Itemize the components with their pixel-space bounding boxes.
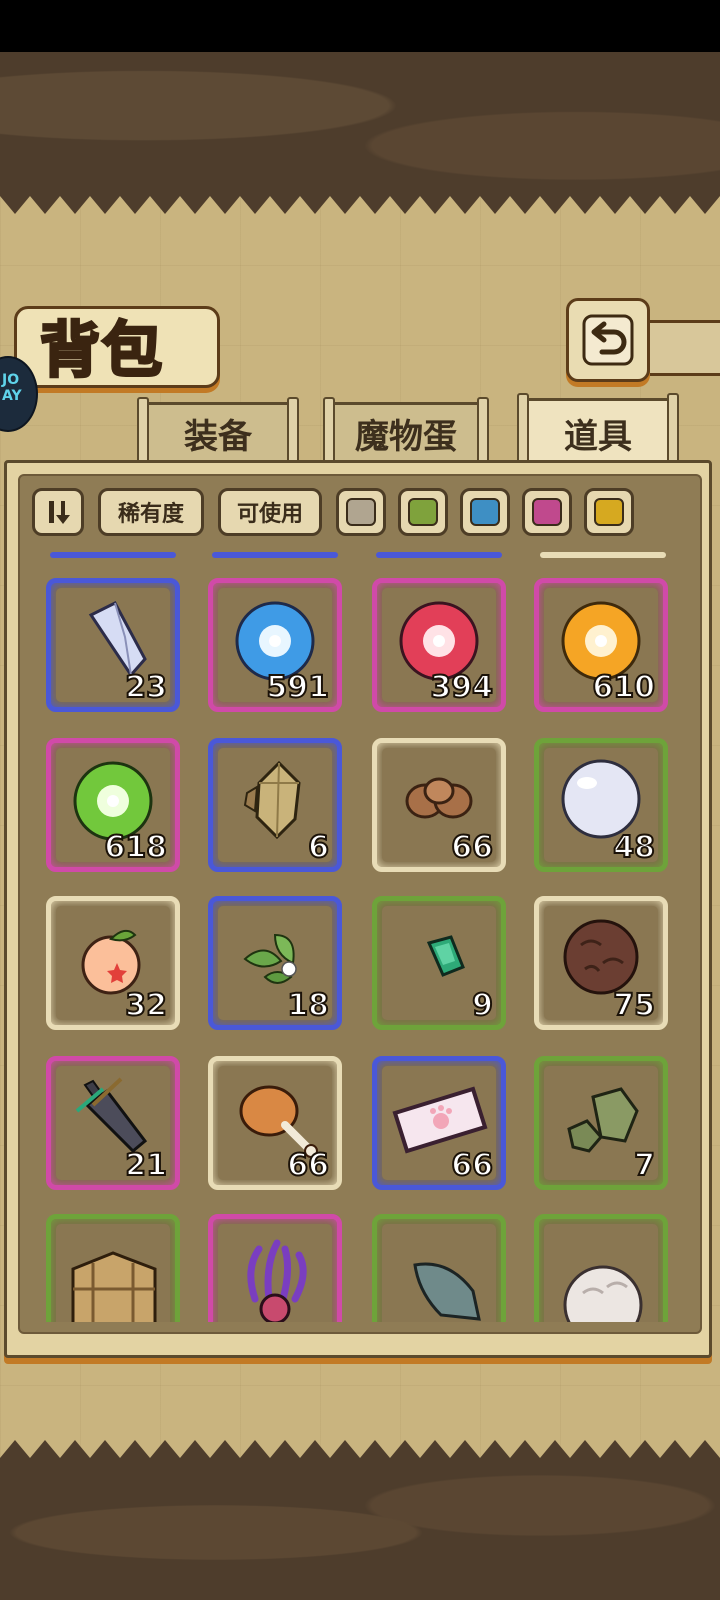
- item-count: 75: [612, 987, 656, 1024]
- item-count: 610: [591, 669, 656, 706]
- item-count: 48: [612, 829, 656, 866]
- torn-edge-top: [0, 186, 720, 214]
- item-count: 591: [265, 669, 330, 706]
- item-grid[interactable]: 23 591 394 610 618 6 66 48 32 18 9 75 21…: [22, 556, 702, 1322]
- color-chip: [594, 498, 624, 526]
- sort-icon: [49, 501, 70, 524]
- back-arrow-icon: [582, 314, 634, 366]
- item-count: 394: [429, 669, 494, 706]
- tentacle-creature-icon: [247, 1239, 307, 1322]
- usable-filter-button[interactable]: 可使用: [218, 488, 322, 536]
- item-cell-green-orb[interactable]: 618: [46, 738, 180, 872]
- item-cell-white-pearl[interactable]: 48: [534, 738, 668, 872]
- item-cell-paw-ticket[interactable]: 66: [372, 1056, 506, 1190]
- item-cell-fur-ball[interactable]: 75: [534, 896, 668, 1030]
- item-count: 618: [103, 829, 168, 866]
- item-cell-orange-orb[interactable]: 610: [534, 578, 668, 712]
- tab-label: 魔物蛋: [355, 417, 457, 457]
- usable-filter-label: 可使用: [236, 502, 303, 527]
- color-filter-gold[interactable]: [584, 488, 634, 536]
- item-cell-ore-chunk[interactable]: 6: [208, 738, 342, 872]
- tab-monster-eggs[interactable]: 魔物蛋: [323, 397, 489, 473]
- item-cell-green-stone[interactable]: 7: [534, 1056, 668, 1190]
- color-filter-green[interactable]: [398, 488, 448, 536]
- color-chip: [408, 498, 438, 526]
- map-background-bottom: [0, 1465, 720, 1600]
- stone-fang-icon: [413, 1262, 481, 1321]
- wooden-crate-icon: [71, 1251, 157, 1322]
- item-count: 66: [286, 1147, 330, 1184]
- color-chip: [532, 498, 562, 526]
- torn-edge-bottom: [0, 1440, 720, 1468]
- rarity-filter-label: 稀有度: [117, 502, 184, 527]
- item-count: 66: [450, 1147, 494, 1184]
- item-cell-red-orb[interactable]: 394: [372, 578, 506, 712]
- tab-label: 装备: [184, 417, 252, 457]
- item-cell-crystal-shard[interactable]: 23: [46, 578, 180, 712]
- color-filter-blue[interactable]: [460, 488, 510, 536]
- color-filter-purple[interactable]: [522, 488, 572, 536]
- item-count: 32: [124, 987, 168, 1024]
- white-fur-icon: [563, 1265, 643, 1322]
- item-count: 7: [633, 1147, 656, 1184]
- sort-button[interactable]: [32, 488, 84, 536]
- color-chip: [346, 498, 376, 526]
- tab-label: 道具: [564, 417, 632, 457]
- back-button[interactable]: [566, 298, 650, 382]
- item-count: 6: [307, 829, 330, 866]
- map-background-top: [0, 52, 720, 186]
- item-cell-broken-sword[interactable]: 21: [46, 1056, 180, 1190]
- item-cell-yarn-bundle[interactable]: 66: [372, 738, 506, 872]
- page-title: 背包: [39, 315, 164, 388]
- item-cell-herb-leaf[interactable]: 18: [208, 896, 342, 1030]
- back-button-extension: [640, 320, 720, 376]
- item-count: 9: [471, 987, 494, 1024]
- item-cell-peach-fruit[interactable]: 32: [46, 896, 180, 1030]
- tab-equipment[interactable]: 装备: [137, 397, 299, 473]
- item-count: 23: [124, 669, 168, 706]
- item-count: 21: [124, 1147, 168, 1184]
- item-cell-white-fur[interactable]: [534, 1214, 668, 1322]
- item-cell-meat-drumstick[interactable]: 66: [208, 1056, 342, 1190]
- filter-bar: 稀有度 可使用: [30, 486, 690, 542]
- item-cell-blue-orb[interactable]: 591: [208, 578, 342, 712]
- item-cell-wooden-crate[interactable]: [46, 1214, 180, 1322]
- item-cell-stone-fang[interactable]: [372, 1214, 506, 1322]
- item-cell-tentacle-creature[interactable]: [208, 1214, 342, 1322]
- tab-items[interactable]: 道具: [517, 393, 679, 469]
- color-chip: [470, 498, 500, 526]
- item-count: 66: [450, 829, 494, 866]
- color-filter-gray[interactable]: [336, 488, 386, 536]
- item-count: 18: [286, 987, 330, 1024]
- rarity-filter-button[interactable]: 稀有度: [98, 488, 204, 536]
- item-cell-emerald-gem[interactable]: 9: [372, 896, 506, 1030]
